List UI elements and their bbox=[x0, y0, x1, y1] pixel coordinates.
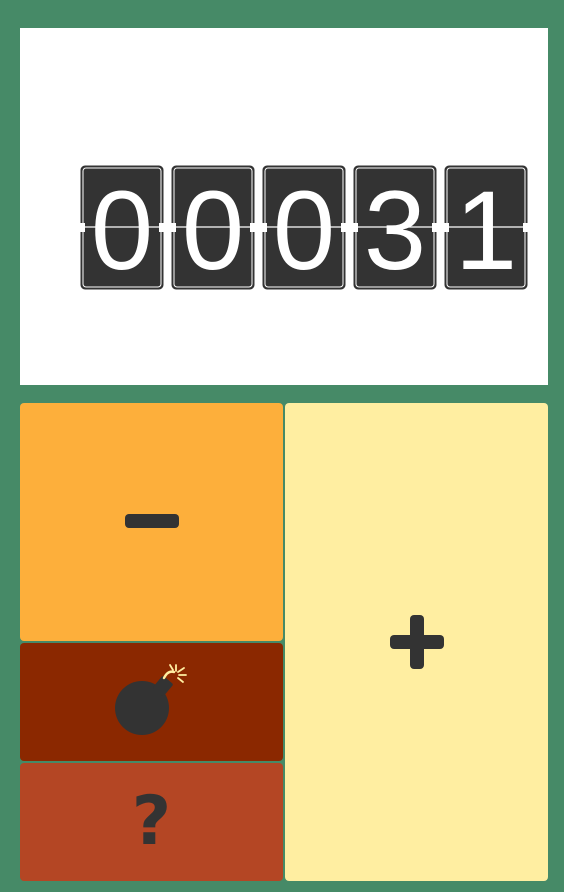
digit-value: 3 bbox=[364, 168, 426, 290]
bomb-button[interactable] bbox=[20, 643, 283, 761]
flip-digit: 3 bbox=[353, 165, 437, 290]
flip-counter: 0 0 0 3 1 bbox=[80, 165, 530, 292]
digit-value: 0 bbox=[182, 168, 244, 290]
decrement-button[interactable] bbox=[20, 403, 283, 641]
help-button[interactable]: ? bbox=[20, 763, 283, 881]
digit-value: 0 bbox=[273, 168, 335, 290]
increment-button[interactable] bbox=[285, 403, 548, 881]
bomb-icon bbox=[114, 664, 187, 735]
digit-value: 1 bbox=[455, 168, 517, 290]
flip-digit: 1 bbox=[444, 165, 528, 290]
flip-digit: 0 bbox=[80, 165, 164, 290]
flip-digit: 0 bbox=[171, 165, 255, 290]
help-label: ? bbox=[131, 782, 172, 861]
flip-digit: 0 bbox=[262, 165, 346, 290]
digit-value: 0 bbox=[91, 168, 153, 290]
plus-icon bbox=[389, 615, 444, 669]
minus-icon bbox=[124, 514, 179, 528]
counter-display: 0 0 0 3 1 bbox=[20, 28, 548, 385]
